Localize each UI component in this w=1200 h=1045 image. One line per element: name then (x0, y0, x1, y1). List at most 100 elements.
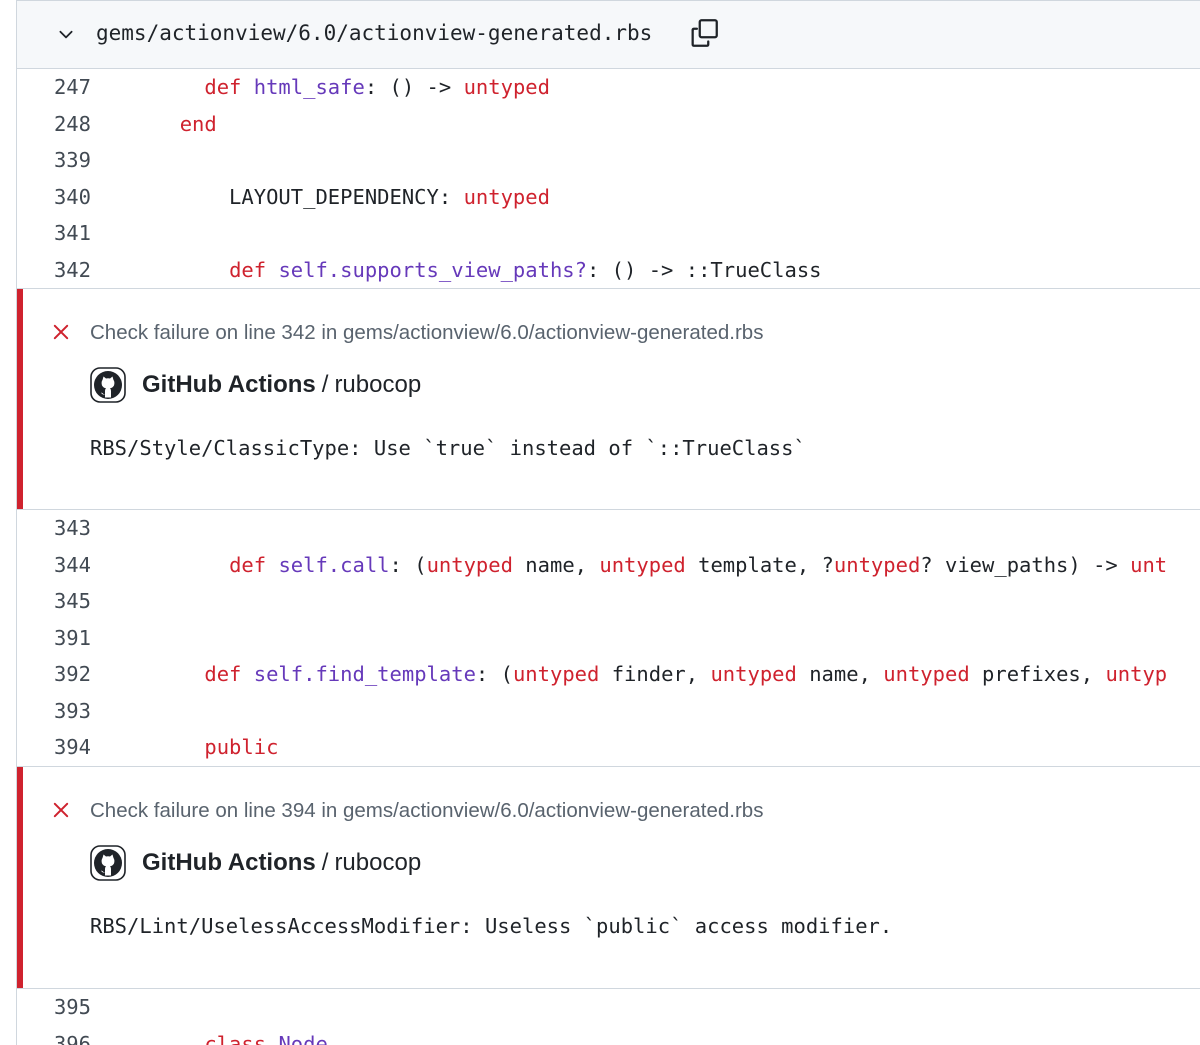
code-block: 247 def html_safe: () -> untyped 248 end 3… (17, 69, 1200, 288)
check-failure-annotation: Check failure on line 342 in gems/action… (17, 288, 1200, 510)
code-token: class (204, 1031, 267, 1045)
code-token: : ( (389, 552, 427, 577)
code-token: ? view_paths) -> (920, 552, 1131, 577)
code-token: : () -> ::TrueClass (587, 257, 822, 282)
code-content: def self.call: ( untyped name, untyped te… (155, 547, 1167, 583)
file-header: gems/actionview/6.0/actionview-generated… (17, 1, 1200, 69)
line-number[interactable]: 248 (17, 106, 91, 142)
code-token: : () -> (364, 75, 464, 99)
code-token: template, ? (685, 552, 834, 577)
code-line: 344 def self.call: ( untyped name, untype… (17, 547, 1200, 583)
code-line: 343 (17, 510, 1200, 546)
code-content: end (155, 106, 217, 142)
code-token: LAYOUT_DEPENDENCY: (155, 184, 464, 209)
line-number[interactable]: 339 (17, 142, 91, 178)
check-failure-annotation: Check failure on line 394 in gems/action… (17, 766, 1200, 989)
code-line: 247 def html_safe: () -> untyped (17, 69, 1200, 105)
code-token: def (204, 75, 242, 99)
code-token: self.call (278, 552, 390, 577)
github-logo-icon (90, 845, 126, 881)
annotation-app-link[interactable]: GitHub Actions (142, 371, 316, 399)
copy-icon[interactable] (687, 16, 721, 50)
code-line: 395 (17, 989, 1200, 1025)
code-token: untyped (512, 662, 600, 686)
code-token: untyped (463, 75, 550, 99)
code-token: end (179, 111, 217, 136)
line-number[interactable]: 394 (17, 729, 91, 765)
annotation-job: rubocop (334, 371, 422, 398)
code-token: untyped (599, 552, 686, 577)
line-number[interactable]: 342 (17, 252, 91, 288)
diff-file: gems/actionview/6.0/actionview-generated… (16, 0, 1200, 1045)
file-path[interactable]: gems/actionview/6.0/actionview-generated… (96, 18, 652, 48)
line-number[interactable]: 341 (17, 215, 91, 251)
annotation-app-link[interactable]: GitHub Actions (142, 849, 316, 877)
code-content: def self.find_template: (untyped finder,… (155, 656, 1167, 692)
x-icon (53, 802, 69, 818)
line-number[interactable]: 247 (17, 69, 91, 105)
code-content: LAYOUT_DEPENDENCY: untyped (155, 179, 550, 215)
code-token: def (204, 662, 242, 686)
code-line: 393 (17, 693, 1200, 729)
x-icon (53, 324, 69, 340)
annotation-separator: / (321, 849, 329, 876)
annotation-message: RBS/Lint/UselessAccessModifier: Useless … (90, 914, 893, 938)
code-token: public (204, 735, 279, 759)
code-content: def self.supports_view_paths?: () -> ::T… (155, 252, 822, 288)
code-block: 343 344 def self.call: (untyped name, unt… (17, 510, 1200, 766)
failure-bar (17, 767, 23, 988)
code-token: name, (512, 552, 600, 577)
line-number[interactable]: 344 (17, 547, 91, 583)
code-line: 394 public (17, 729, 1200, 765)
annotation-message: RBS/Style/ClassicType: Use `true` instea… (90, 436, 806, 460)
annotation-separator: / (321, 371, 329, 398)
code-token: def (229, 552, 267, 577)
code-line: 342 def self.supports_view_paths?: () ->… (17, 252, 1200, 288)
code-token: untyped (710, 662, 797, 686)
code-token: untyped (833, 552, 921, 577)
code-token: untyped (883, 662, 970, 686)
line-number[interactable]: 340 (17, 179, 91, 215)
code-token: finder, (599, 662, 711, 686)
code-token: self.supports_view_paths? (278, 257, 587, 282)
line-number[interactable]: 391 (17, 620, 91, 656)
code-line: 391 (17, 620, 1200, 656)
code-content: def html_safe: () -> untyped (155, 69, 550, 105)
code-line: 396 class Node (17, 1026, 1200, 1045)
code-block: 395 396 class Node (17, 989, 1200, 1045)
code-token: html_safe (253, 75, 365, 99)
line-number[interactable]: 395 (17, 989, 91, 1025)
code-content: class Node (155, 1026, 328, 1045)
code-line: 339 (17, 142, 1200, 178)
failure-bar (17, 289, 23, 509)
line-number[interactable]: 396 (17, 1026, 91, 1045)
chevron-down-icon[interactable] (57, 25, 75, 43)
code-line: 345 (17, 583, 1200, 619)
line-number[interactable]: 392 (17, 656, 91, 692)
code-line: 392 def self.find_template: (untyped fin… (17, 656, 1200, 692)
line-number[interactable]: 345 (17, 583, 91, 619)
code-token: name, (796, 662, 884, 686)
annotation-source: GitHub Actions / rubocop (90, 845, 421, 881)
code-token: Node (278, 1031, 328, 1045)
annotation-source: GitHub Actions / rubocop (90, 367, 421, 403)
code-line: 340 LAYOUT_DEPENDENCY: untyped (17, 179, 1200, 215)
code-line: 341 (17, 215, 1200, 251)
code-token: : ( (475, 662, 513, 686)
code-line: 248 end (17, 106, 1200, 142)
line-number[interactable]: 393 (17, 693, 91, 729)
line-number[interactable]: 343 (17, 510, 91, 546)
code-token: untyped (463, 184, 550, 209)
annotation-title: Check failure on line 342 in gems/action… (90, 321, 764, 344)
